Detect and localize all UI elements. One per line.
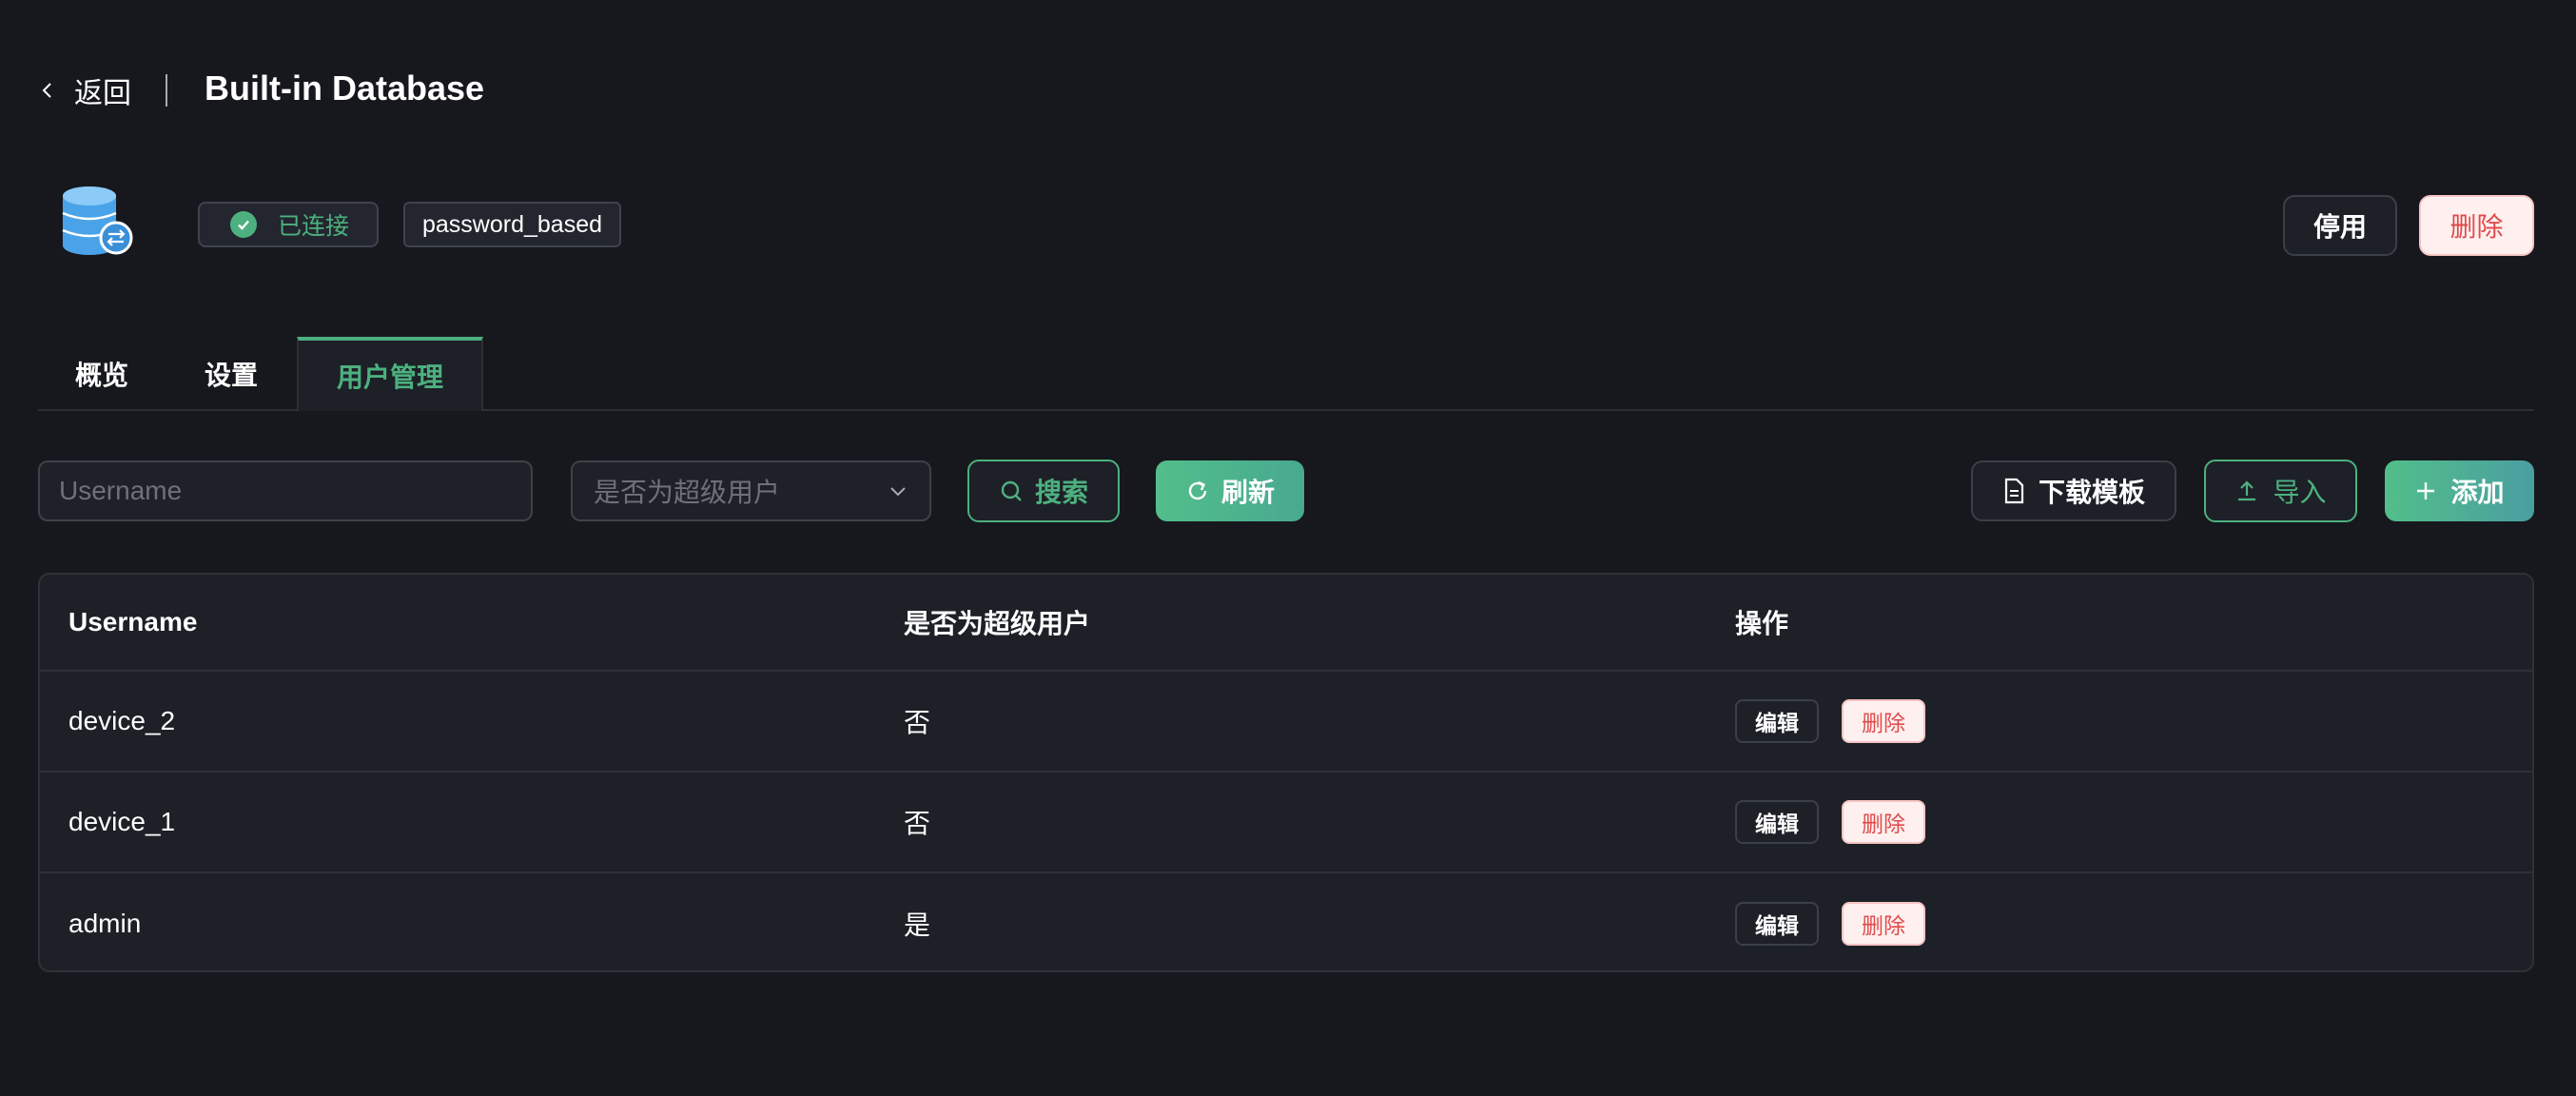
- table-header: Username 是否为超级用户 操作: [40, 575, 2532, 672]
- upload-icon: [2238, 480, 2256, 501]
- tab-overview[interactable]: 概览: [38, 337, 166, 411]
- superuser-cell: 否: [904, 708, 931, 737]
- superuser-select-placeholder: 是否为超级用户: [594, 478, 781, 507]
- delete-button[interactable]: 删除: [1842, 902, 1925, 946]
- disable-button[interactable]: 停用: [2283, 195, 2397, 256]
- username-cell: device_2: [68, 706, 176, 735]
- search-button[interactable]: 搜索: [967, 460, 1120, 522]
- import-label: 导入: [2273, 478, 2327, 507]
- status-badge: 已连接: [198, 202, 379, 247]
- tab-settings[interactable]: 设置: [166, 337, 297, 411]
- download-template-button[interactable]: 下载模板: [1971, 460, 2176, 521]
- superuser-select[interactable]: 是否为超级用户: [571, 460, 931, 521]
- column-header-superuser: 是否为超级用户: [904, 609, 1091, 638]
- search-label: 搜索: [1034, 478, 1088, 507]
- add-user-button[interactable]: 添加: [2385, 460, 2534, 521]
- superuser-cell: 是: [904, 910, 931, 940]
- table-row: device_2 否 编辑 删除: [40, 672, 2532, 773]
- download-template-label: 下载模板: [2038, 478, 2145, 507]
- superuser-cell: 否: [904, 809, 931, 838]
- refresh-button[interactable]: 刷新: [1156, 460, 1304, 521]
- actions-cell: 编辑 删除: [1735, 773, 1925, 871]
- username-search-input[interactable]: [38, 460, 533, 521]
- back-link[interactable]: 返回: [38, 70, 131, 110]
- search-icon: [1001, 480, 1022, 501]
- active-tab-gap: [299, 409, 481, 411]
- users-table: Username 是否为超级用户 操作 device_2 否 编辑 删除 dev…: [38, 573, 2534, 972]
- actions-cell: 编辑 删除: [1735, 672, 1925, 771]
- delete-resource-button[interactable]: 删除: [2419, 195, 2534, 256]
- delete-button[interactable]: 删除: [1842, 699, 1925, 743]
- edit-button[interactable]: 编辑: [1735, 902, 1819, 946]
- delete-button[interactable]: 删除: [1842, 800, 1925, 844]
- import-button[interactable]: 导入: [2204, 460, 2357, 522]
- actions-cell: 编辑 删除: [1735, 873, 1925, 970]
- column-header-username: Username: [68, 607, 198, 636]
- edit-button[interactable]: 编辑: [1735, 800, 1819, 844]
- header-divider: [166, 74, 167, 107]
- refresh-label: 刷新: [1220, 478, 1275, 507]
- page-title: Built-in Database: [205, 68, 485, 108]
- table-row: device_1 否 编辑 删除: [40, 773, 2532, 873]
- column-header-actions: 操作: [1735, 609, 1789, 638]
- chevron-down-icon: [890, 487, 906, 497]
- back-label: 返回: [74, 78, 131, 109]
- tab-user-management[interactable]: 用户管理: [297, 337, 483, 411]
- plus-icon: [2417, 482, 2435, 499]
- refresh-icon: [1188, 480, 1207, 500]
- chevron-left-icon: [42, 83, 51, 98]
- database-icon: [62, 186, 133, 255]
- edit-button[interactable]: 编辑: [1735, 699, 1819, 743]
- username-cell: admin: [68, 909, 142, 938]
- username-cell: device_1: [68, 807, 176, 836]
- table-row: admin 是 编辑 删除: [40, 873, 2532, 970]
- add-label: 添加: [2450, 478, 2505, 507]
- document-icon: [2004, 478, 2024, 504]
- status-text: 已连接: [278, 213, 350, 240]
- check-circle-icon: [230, 211, 257, 238]
- mechanism-tag: password_based: [403, 202, 622, 247]
